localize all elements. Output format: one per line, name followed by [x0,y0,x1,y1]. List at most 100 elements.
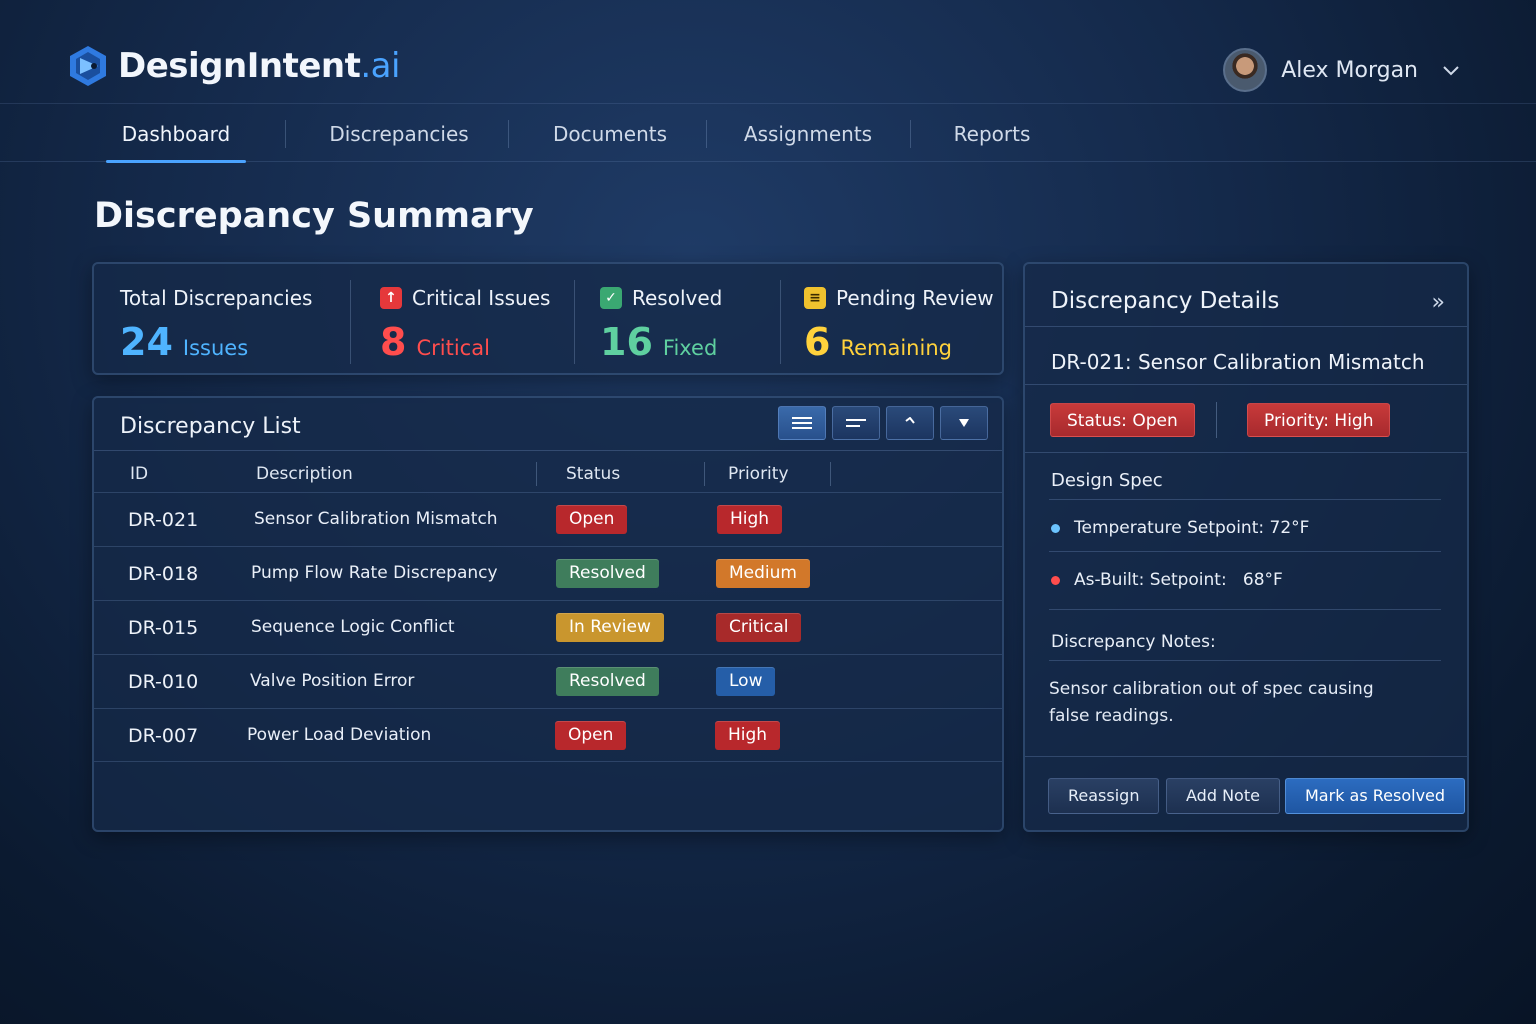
table-row[interactable]: DR-021 Sensor Calibration Mismatch Open … [94,492,1002,546]
header-divider [94,450,1002,451]
stat-pending[interactable]: ≡ Pending Review 6 Remaining [804,264,1000,373]
details-title: Discrepancy Details [1051,288,1280,314]
tab-dashboard[interactable]: Dashboard [106,104,246,163]
row-description: Pump Flow Rate Discrepancy [251,563,498,583]
stat-label: ≡ Pending Review [804,286,994,310]
stat-label: ↑ Critical Issues [380,286,550,310]
user-menu[interactable]: Alex Morgan [1223,48,1460,92]
row-description: Valve Position Error [250,671,415,691]
status-label: Status: [1067,411,1127,431]
nav-divider [285,120,286,148]
collapse-panel-icon[interactable]: » [1432,290,1445,315]
notes-label: Discrepancy Notes: [1051,632,1216,652]
row-id: DR-015 [128,617,199,639]
spec-item: As-Built: Setpoint: 68°F [1051,570,1283,590]
stat-critical[interactable]: ↑ Critical Issues 8 Critical [380,264,570,373]
discrepancy-item-title: DR-021: Sensor Calibration Mismatch [1051,350,1425,374]
stat-number: 24 [120,320,173,364]
row-id: DR-007 [128,725,199,747]
status-badge: Resolved [556,667,659,696]
avatar [1223,48,1268,92]
status-badge: Open [556,505,628,534]
brand-logo-icon [70,46,106,86]
stat-unit: Issues [182,336,249,360]
table-row[interactable]: DR-018 Pump Flow Rate Discrepancy Resolv… [94,546,1002,600]
notes-text: Sensor calibration out of spec causing f… [1049,679,1374,726]
column-divider [830,462,831,486]
priority-badge: Medium [716,559,810,588]
spec-label: Temperature Setpoint: [1074,518,1265,538]
sort-icon [905,417,915,424]
user-name: Alex Morgan [1281,57,1418,83]
status-badge: Open [555,721,627,750]
tab-reports[interactable]: Reports [940,104,1044,162]
stat-total[interactable]: Total Discrepancies 24 Issues [120,264,350,373]
stat-value: 6 Remaining [804,320,952,364]
divider [1049,499,1441,500]
column-divider [536,462,537,486]
nav-divider [508,120,509,148]
priority-value: High [1334,411,1374,431]
tab-discrepancies[interactable]: Discrepancies [318,104,480,162]
stat-number: 16 [600,320,653,364]
filter-icon [959,419,969,427]
stat-divider [780,280,781,364]
stat-value: 16 Fixed [600,320,717,364]
status-badge[interactable]: Status: Open [1050,403,1195,437]
priority-badge: Low [716,667,776,696]
priority-badge: Critical [716,613,802,642]
table-row[interactable]: DR-007 Power Load Deviation Open High [94,708,1002,762]
row-description: Sensor Calibration Mismatch [254,509,498,529]
priority-label: Priority: [1264,411,1329,431]
mark-resolved-button[interactable]: Mark as Resolved [1285,778,1466,814]
stat-resolved[interactable]: ✓ Resolved 16 Fixed [600,264,780,373]
nav-divider [910,120,911,148]
stat-unit: Critical [416,336,490,360]
priority-badge: High [717,505,783,534]
divider [1025,326,1467,327]
table-row[interactable]: DR-015 Sequence Logic Conflict In Review… [94,600,1002,654]
bullet-icon [1051,523,1060,533]
bullet-icon [1051,575,1060,585]
stat-unit: Remaining [840,336,952,360]
filter-button[interactable] [940,406,988,440]
table-row[interactable]: DR-010 Valve Position Error Resolved Low [94,654,1002,708]
tab-documents[interactable]: Documents [540,104,680,162]
row-id: DR-010 [128,671,199,693]
brand-logo[interactable]: DesignIntent.ai [66,44,400,88]
main-nav: Dashboard Discrepancies Documents Assign… [0,104,1536,163]
status-badge: Resolved [556,559,659,588]
list-toolbar [772,406,988,440]
stat-number: 8 [380,320,407,364]
column-header-status[interactable]: Status [566,464,620,484]
stat-value: 24 Issues [120,320,248,364]
divider [1216,402,1217,438]
column-header-id[interactable]: ID [130,464,148,484]
list-view-button[interactable] [778,406,826,440]
app-header: DesignIntent.ai Alex Morgan [0,0,1536,104]
priority-badge[interactable]: Priority: High [1247,403,1391,437]
priority-badge: High [715,721,781,750]
compact-view-button[interactable] [832,406,880,440]
chevron-down-icon[interactable] [1442,61,1460,79]
spec-label: As-Built: Setpoint: [1074,570,1227,590]
brand-name: DesignIntent.ai [118,46,400,86]
discrepancy-list-panel: Discrepancy List ID Description Status P… [92,396,1004,832]
row-id: DR-018 [128,563,199,585]
stat-label: Total Discrepancies [120,286,313,310]
column-header-priority[interactable]: Priority [728,464,789,484]
page-title: Discrepancy Summary [94,196,534,236]
divider [1025,452,1467,453]
row-description: Sequence Logic Conflict [251,617,455,637]
tab-assignments[interactable]: Assignments [732,104,884,162]
sort-button[interactable] [886,406,934,440]
list-view-icon [792,417,812,429]
reassign-button[interactable]: Reassign [1048,778,1160,814]
spec-item: Temperature Setpoint: 72°F [1051,518,1309,538]
status-badge: In Review [556,613,664,642]
column-header-description[interactable]: Description [256,464,353,484]
pending-icon: ≡ [804,287,826,309]
divider [1049,660,1441,661]
stat-label: ✓ Resolved [600,286,722,310]
add-note-button[interactable]: Add Note [1166,778,1280,814]
